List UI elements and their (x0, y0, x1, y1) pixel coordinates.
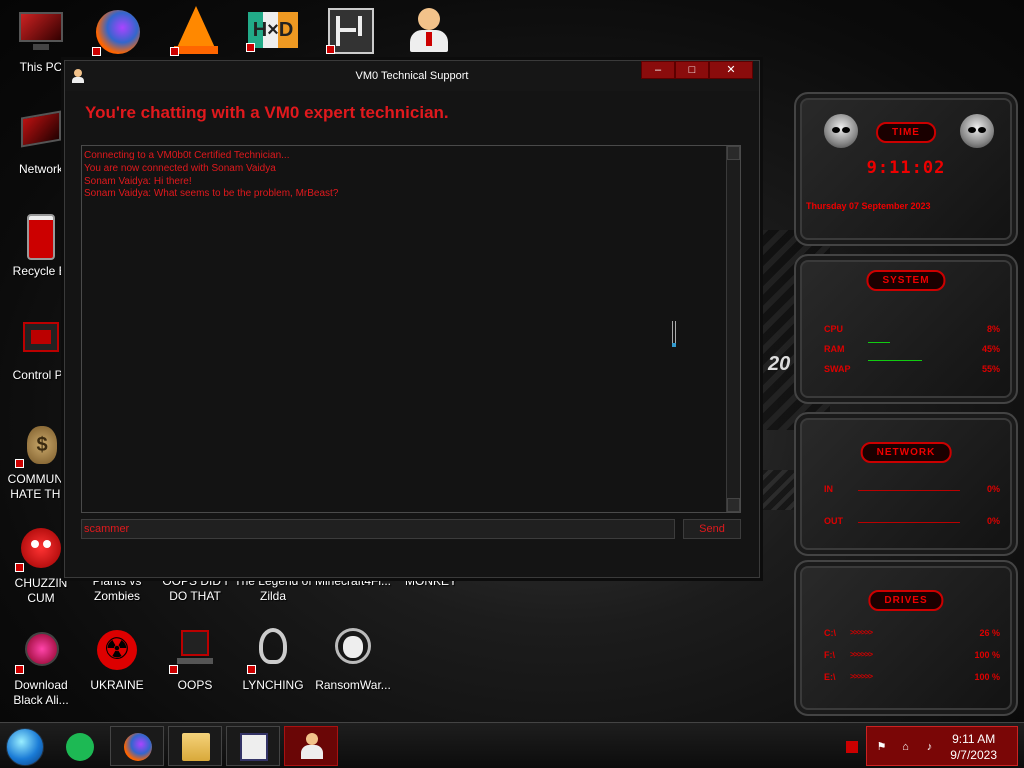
drives-gadget[interactable]: DRIVES C:\ >>>>>> 26 % F:\ >>>>>> 100 % … (794, 560, 1018, 716)
swap-meter-line (868, 360, 922, 361)
network-gadget[interactable]: NETWORK IN 0% OUT 0% (794, 412, 1018, 556)
time-gadget[interactable]: TIME 9:11:02 Thursday 07 September 2023 (794, 92, 1018, 246)
system-gadget-label: SYSTEM (866, 270, 946, 291)
minimize-button[interactable]: – (641, 61, 675, 79)
speaker-icon[interactable]: ♪ (923, 741, 936, 754)
firefox-icon (96, 10, 140, 54)
network-in-graph (858, 490, 960, 491)
network-tray-icon[interactable]: ⌂ (899, 741, 912, 754)
chat-bubble-icon (66, 733, 94, 761)
ram-row: RAM 45% (824, 342, 1000, 354)
wallpaper-number: 20 (768, 353, 791, 375)
taskbar-chat-app[interactable] (52, 726, 106, 766)
desktop-icon-oops-did-i[interactable]: OOPS DID I DO THAT (154, 574, 236, 604)
time-gadget-label: TIME (876, 122, 936, 143)
desktop-icon-lynching[interactable]: LYNCHING (232, 626, 314, 693)
taskbar-file-explorer[interactable] (168, 726, 222, 766)
monitor-icon (17, 8, 65, 56)
drive-arrows-icon: >>>>>> (850, 650, 873, 659)
text-cursor-icon (672, 321, 676, 347)
laptop-icon (169, 626, 219, 674)
taskbar-vm0-support[interactable] (284, 726, 338, 766)
desktop-icon-download-black-alien[interactable]: Download Black Ali... (0, 626, 82, 708)
technician-avatar-icon (418, 8, 440, 30)
drive-f-row: F:\ >>>>>> 100 % (824, 650, 1000, 660)
send-button[interactable]: Send (683, 519, 741, 539)
desktop-icon-technician[interactable] (406, 6, 450, 54)
recycle-bin-icon (17, 212, 65, 260)
folder-icon (182, 733, 210, 761)
chat-message: Sonam Vaidya: Hi there! (84, 175, 192, 187)
show-desktop-button[interactable] (846, 741, 858, 753)
desktop-icon-vlc[interactable] (170, 6, 220, 56)
firefox-icon (124, 733, 152, 761)
scroll-up-arrow[interactable] (727, 146, 740, 160)
drive-arrows-icon: >>>>>> (850, 628, 873, 637)
network-in-row: IN 0% (824, 484, 1000, 494)
system-gadget[interactable]: SYSTEM CPU 8% RAM 45% SWAP 55% (794, 254, 1018, 404)
taskbar-firefox[interactable] (110, 726, 164, 766)
network-icon (17, 110, 65, 158)
alien-head-icon (960, 114, 994, 148)
scroll-down-arrow[interactable] (727, 498, 740, 512)
desktop-icon-maze[interactable] (326, 8, 374, 54)
network-out-graph (858, 522, 960, 523)
desktop-icon-firefox[interactable] (92, 8, 142, 56)
chat-message: Sonam Vaidya: What seems to be the probl… (84, 188, 339, 200)
money-bag-icon: $ (15, 420, 65, 468)
tray-clock[interactable]: 9:11 AM 9/7/2023 (950, 731, 997, 763)
radiation-icon: ☢ (93, 626, 141, 674)
desktop-icon-ukraine[interactable]: ☢ UKRAINE (76, 626, 158, 693)
alien-orb-icon (15, 626, 65, 674)
drive-arrows-icon: >>>>>> (850, 672, 873, 681)
desktop-icon-legend-of-zilda[interactable]: The Legend of Zilda (232, 574, 314, 604)
desktop-icon-ransomware[interactable]: RansomWar... (312, 626, 394, 693)
skull-icon (329, 626, 377, 674)
chuzzle-icon (15, 524, 65, 572)
taskbar: ⚑ ⌂ ♪ 9:11 AM 9/7/2023 (0, 722, 1024, 768)
desktop-icon-hxd[interactable]: H×D (246, 12, 298, 52)
control-panel-icon (17, 316, 65, 364)
hxd-icon: H×D (248, 12, 298, 48)
taskbar-notepad[interactable] (226, 726, 280, 766)
vlc-cone-icon (176, 6, 216, 50)
drive-e-row: E:\ >>>>>> 100 % (824, 672, 1000, 682)
window-titlebar[interactable]: VM0 Technical Support – □ ✕ (65, 61, 759, 91)
gadget-clock: 9:11:02 (866, 158, 946, 178)
swap-row: SWAP 55% (824, 360, 1000, 376)
close-button[interactable]: ✕ (709, 61, 753, 79)
network-gadget-label: NETWORK (860, 442, 952, 463)
desktop-icon-plants-vs-zombies[interactable]: Plants vs Zombies (76, 574, 158, 604)
chat-log-scrollbar[interactable] (726, 146, 740, 512)
chat-message: Connecting to a VM0b0t Certified Technic… (84, 150, 290, 161)
alien-head-icon (824, 114, 858, 148)
technician-avatar-icon (298, 733, 326, 761)
flag-icon[interactable]: ⚑ (875, 741, 888, 754)
maximize-button[interactable]: □ (675, 61, 709, 79)
start-button[interactable] (6, 728, 44, 766)
drives-gadget-label: DRIVES (868, 590, 944, 611)
chat-input[interactable] (81, 519, 675, 539)
gadget-date: Thursday 07 September 2023 (806, 201, 931, 211)
drive-c-row: C:\ >>>>>> 26 % (824, 628, 1000, 638)
ram-meter-line (868, 342, 890, 343)
chat-heading: You're chatting with a VM0 expert techni… (85, 103, 449, 122)
noose-icon (247, 626, 297, 674)
desktop-icon-oops[interactable]: OOPS (154, 626, 236, 693)
network-out-row: OUT 0% (824, 516, 1000, 526)
cpu-row: CPU 8% (824, 324, 1000, 334)
document-window-icon (240, 733, 268, 761)
chat-message: You are now connected with Sonam Vaidya (84, 162, 276, 174)
system-tray[interactable]: ⚑ ⌂ ♪ 9:11 AM 9/7/2023 (866, 726, 1018, 766)
chat-log[interactable]: Connecting to a VM0b0t Certified Technic… (81, 145, 741, 513)
chat-window[interactable]: VM0 Technical Support – □ ✕ You're chatt… (64, 60, 760, 578)
